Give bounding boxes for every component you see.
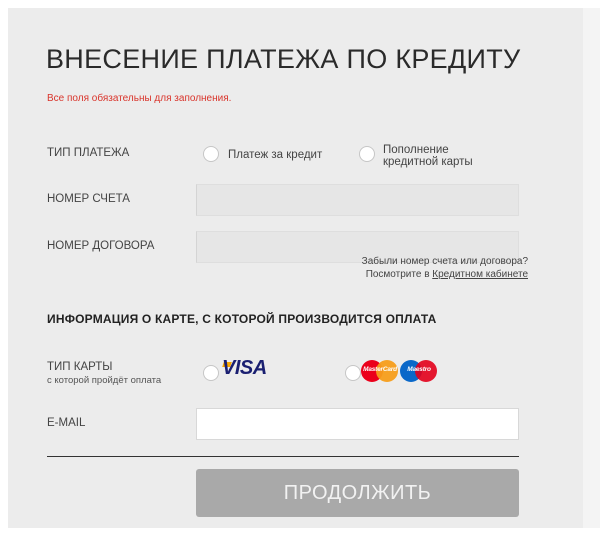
radio-loan-payment[interactable] bbox=[203, 146, 219, 162]
radio-card-mastercard-maestro[interactable] bbox=[345, 365, 361, 381]
required-fields-note: Все поля обязательны для заполнения. bbox=[47, 93, 232, 104]
radio-card-topup-label[interactable]: Пополнение кредитной карты bbox=[383, 144, 473, 168]
maestro-logo-icon: Maestro bbox=[400, 360, 438, 382]
forgot-number-text: Забыли номер счета или договора? bbox=[361, 256, 528, 267]
radio-loan-payment-label[interactable]: Платеж за кредит bbox=[228, 149, 322, 161]
credit-cabinet-link[interactable]: Кредитном кабинете bbox=[432, 269, 528, 280]
email-label: E-MAIL bbox=[47, 417, 86, 429]
card-type-sublabel: с которой пройдёт оплата bbox=[47, 375, 162, 386]
page-title: ВНЕСЕНИЕ ПЛАТЕЖА ПО КРЕДИТУ bbox=[46, 44, 521, 74]
email-input[interactable] bbox=[196, 408, 519, 440]
account-number-input[interactable] bbox=[196, 184, 519, 216]
payment-type-label: ТИП ПЛАТЕЖА bbox=[47, 147, 130, 159]
visa-logo-icon: VISA bbox=[222, 357, 267, 379]
card-info-section-title: ИНФОРМАЦИЯ О КАРТЕ, С КОТОРОЙ ПРОИЗВОДИТ… bbox=[47, 312, 437, 326]
mastercard-logo-icon: MasterCard bbox=[361, 360, 399, 382]
contract-number-label: НОМЕР ДОГОВОРА bbox=[47, 240, 155, 252]
look-in-text: Посмотрите в bbox=[365, 269, 433, 280]
card-type-label: ТИП КАРТЫ bbox=[47, 361, 113, 373]
account-number-label: НОМЕР СЧЕТА bbox=[47, 193, 130, 205]
continue-button[interactable]: ПРОДОЛЖИТЬ bbox=[196, 469, 519, 517]
radio-card-visa[interactable] bbox=[203, 365, 219, 381]
form-divider bbox=[47, 456, 519, 457]
radio-card-topup[interactable] bbox=[359, 146, 375, 162]
forgot-number-help: Забыли номер счета или договора? Посмотр… bbox=[362, 255, 528, 281]
page-margin bbox=[583, 8, 600, 528]
